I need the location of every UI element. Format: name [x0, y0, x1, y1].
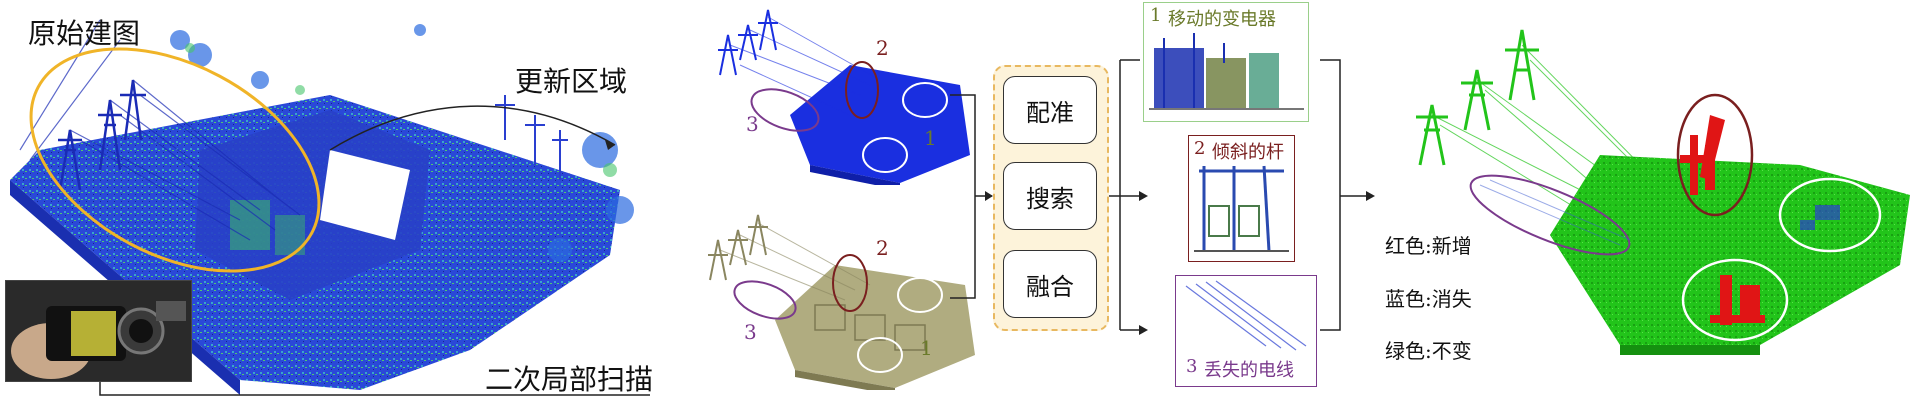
- step-fusion-label: 融合: [1026, 272, 1074, 301]
- step-registration-label: 配准: [1026, 98, 1074, 127]
- change-2-number: 2: [1194, 138, 1206, 159]
- step-search: 搜索: [1003, 162, 1097, 230]
- change-3-number: 3: [1186, 356, 1198, 377]
- step-search-label: 搜索: [1026, 184, 1074, 213]
- change-3-text: 丢失的电线: [1204, 360, 1294, 381]
- change-1-number: 1: [1150, 5, 1162, 26]
- legend-removed: 蓝色:消失: [1385, 287, 1472, 311]
- change-2-text: 倾斜的杆: [1212, 142, 1284, 163]
- step-registration: 配准: [1003, 76, 1097, 144]
- change-1-text: 移动的变电器: [1168, 9, 1276, 30]
- legend-unchanged: 绿色:不变: [1385, 339, 1472, 363]
- legend-added: 红色:新增: [1385, 234, 1472, 258]
- step-fusion: 融合: [1003, 250, 1097, 318]
